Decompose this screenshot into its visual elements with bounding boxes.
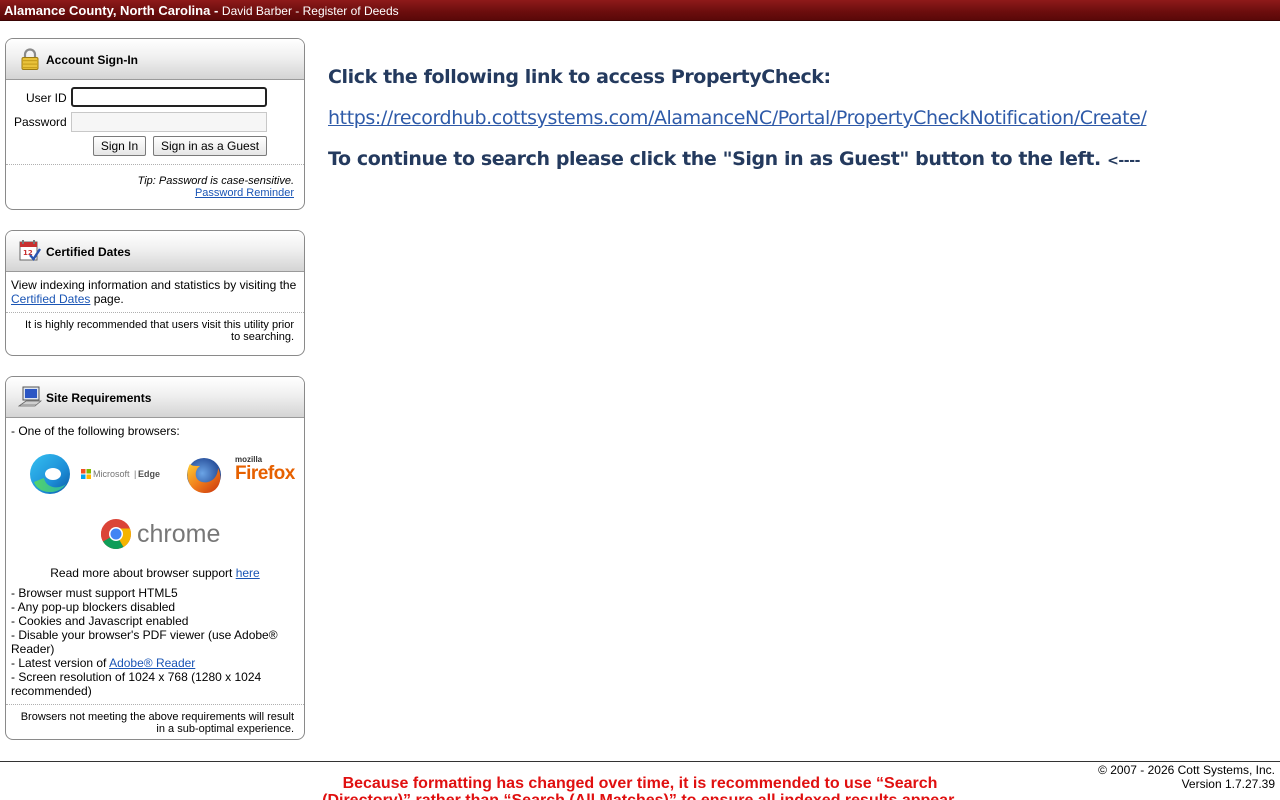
browser-support-line: Read more about browser support here xyxy=(6,566,304,580)
certified-text-before: View indexing information and statistics… xyxy=(11,278,297,292)
password-input[interactable] xyxy=(71,112,267,132)
signin-panel-header: Account Sign-In xyxy=(6,39,304,80)
calendar-check-icon: 12 xyxy=(19,240,42,261)
formatting-notice: Because formatting has changed over time… xyxy=(322,775,958,800)
chrome-icon xyxy=(100,519,131,550)
certified-footnote: It is highly recommended that users visi… xyxy=(6,312,304,351)
office-name: David Barber - Register of Deeds xyxy=(221,4,399,18)
read-more-text: Read more about browser support xyxy=(50,566,236,580)
requirement-item: - Screen resolution of 1024 x 768 (1280 … xyxy=(11,670,262,698)
requirements-panel-title: Site Requirements xyxy=(46,391,152,405)
requirement-item: - Cookies and Javascript enabled xyxy=(11,614,189,628)
county-name: Alamance County, North Carolina - xyxy=(4,3,222,18)
browser-intro: - One of the following browsers: xyxy=(11,424,180,438)
lock-icon xyxy=(21,48,39,70)
requirement-item-adobe: - Latest version of Adobe® Reader xyxy=(11,656,299,670)
requirement-item: - Browser must support HTML5 xyxy=(11,586,178,600)
account-signin-panel: Account Sign-In User ID Password Sign In… xyxy=(5,38,305,210)
browser-support-link[interactable]: here xyxy=(236,566,260,580)
copyright-text: © 2007 - 2026 Cott Systems, Inc. xyxy=(1098,763,1275,777)
requirements-panel-header: Site Requirements xyxy=(6,377,304,418)
guest-instruction-text: To continue to search please click the "… xyxy=(328,148,1108,170)
edge-icon xyxy=(30,454,70,494)
requirement-item: - Disable your browser's PDF viewer (use… xyxy=(11,628,278,656)
propertycheck-heading: Click the following link to access Prope… xyxy=(328,66,831,88)
left-arrow-text: <---- xyxy=(1107,153,1141,169)
user-id-input[interactable] xyxy=(71,87,267,107)
sign-in-as-guest-button[interactable]: Sign in as a Guest xyxy=(153,136,267,156)
certified-panel-title: Certified Dates xyxy=(46,245,131,259)
signin-panel-title: Account Sign-In xyxy=(46,53,138,67)
footer-copyright: © 2007 - 2026 Cott Systems, Inc. Version… xyxy=(1098,763,1275,791)
firefox-label: Firefox xyxy=(235,463,295,484)
computer-icon xyxy=(18,386,42,407)
requirements-body: - One of the following browsers: Microso… xyxy=(6,418,304,704)
user-id-label: User ID xyxy=(26,91,67,105)
sign-in-button[interactable]: Sign In xyxy=(93,136,146,156)
requirements-footnote: Browsers not meeting the above requireme… xyxy=(6,704,304,739)
latest-version-text: - Latest version of xyxy=(11,656,110,670)
requirement-item: - Any pop-up blockers disabled xyxy=(11,600,176,614)
certified-description: View indexing information and statistics… xyxy=(6,272,304,312)
site-requirements-panel: Site Requirements - One of the following… xyxy=(5,376,305,740)
guest-instruction: To continue to search please click the "… xyxy=(328,148,1140,170)
browser-logos: Microsoft | Edge mozilla Firefox chrome xyxy=(6,438,304,568)
password-tip: Tip: Password is case-sensitive. xyxy=(137,175,294,187)
certified-panel-header: 12 Certified Dates xyxy=(6,231,304,272)
password-reminder-link[interactable]: Password Reminder xyxy=(195,187,294,199)
version-text: Version 1.7.27.39 xyxy=(1181,777,1275,791)
chrome-label: chrome xyxy=(137,520,221,548)
top-header-bar: Alamance County, North Carolina - David … xyxy=(0,0,1280,21)
microsoft-icon xyxy=(81,469,91,479)
adobe-reader-link[interactable]: Adobe® Reader xyxy=(109,656,195,670)
microsoft-label: Microsoft xyxy=(93,469,130,479)
edge-label: Edge xyxy=(138,469,161,479)
requirements-list: - Browser must support HTML5 - Any pop-u… xyxy=(6,580,304,704)
footer-divider xyxy=(0,761,1280,762)
certified-text-after: page. xyxy=(90,292,124,306)
firefox-wordmark: mozilla Firefox xyxy=(235,455,295,484)
propertycheck-link-line: https://recordhub.cottsystems.com/Alaman… xyxy=(328,107,1147,129)
microsoft-edge-wordmark: Microsoft | Edge xyxy=(81,468,161,480)
certified-dates-panel: 12 Certified Dates View indexing informa… xyxy=(5,230,305,356)
firefox-icon xyxy=(187,458,221,494)
password-label: Password xyxy=(14,115,67,129)
divider: | xyxy=(134,469,137,479)
certified-dates-link[interactable]: Certified Dates xyxy=(11,292,90,306)
propertycheck-link[interactable]: https://recordhub.cottsystems.com/Alaman… xyxy=(328,107,1147,129)
signin-panel-footer: Tip: Password is case-sensitive. Passwor… xyxy=(6,164,304,209)
